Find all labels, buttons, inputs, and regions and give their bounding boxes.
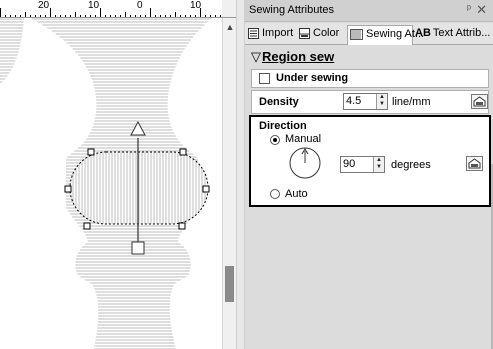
color-icon bbox=[299, 27, 310, 39]
ruler-ticks bbox=[0, 8, 221, 17]
tab-color[interactable]: Color bbox=[299, 25, 345, 44]
direction-label: Direction bbox=[259, 120, 307, 132]
tab-label: Color bbox=[313, 27, 340, 39]
vertical-scrollbar[interactable]: ▲ bbox=[222, 18, 236, 349]
direction-arrow-handle[interactable] bbox=[131, 241, 145, 255]
resize-handle[interactable] bbox=[83, 222, 91, 230]
density-row: Density 4.5 ▲ ▼ line/mm bbox=[251, 90, 489, 114]
angle-stepper[interactable]: 90 ▲ ▼ bbox=[340, 156, 385, 173]
default-icon bbox=[473, 96, 486, 107]
resize-handle[interactable] bbox=[64, 185, 72, 193]
horizontal-ruler: 20 10 0 10 bbox=[0, 0, 222, 18]
spin-arrows-icon[interactable]: ▲ ▼ bbox=[376, 94, 387, 109]
auto-radio[interactable] bbox=[270, 189, 280, 199]
density-value[interactable]: 4.5 bbox=[346, 95, 361, 107]
sewing-icon bbox=[350, 28, 363, 40]
under-sewing-row: Under sewing bbox=[251, 69, 489, 88]
default-value-button[interactable] bbox=[466, 156, 483, 171]
tab-import[interactable]: Import bbox=[248, 25, 297, 44]
ruler-label: 20 bbox=[38, 0, 50, 11]
under-sewing-label: Under sewing bbox=[276, 72, 349, 84]
close-icon[interactable]: ✕ bbox=[476, 2, 487, 18]
resize-handle[interactable] bbox=[179, 148, 187, 156]
scroll-thumb[interactable] bbox=[225, 266, 234, 302]
density-stepper[interactable]: 4.5 ▲ ▼ bbox=[343, 93, 388, 110]
stitch-shape-corner bbox=[0, 18, 24, 84]
resize-handle[interactable] bbox=[178, 222, 186, 230]
ruler-label: 10 bbox=[190, 0, 202, 11]
default-value-button[interactable] bbox=[471, 94, 488, 109]
ruler-label: 0 bbox=[137, 0, 143, 11]
region-sew-label: Region sew bbox=[262, 49, 335, 64]
region-sew-header[interactable]: ▽Region sew bbox=[251, 49, 334, 65]
pin-icon[interactable]: ᵖ bbox=[467, 3, 471, 15]
text-icon: AB bbox=[415, 27, 431, 39]
angle-dial-icon[interactable] bbox=[288, 146, 322, 180]
import-icon bbox=[248, 27, 259, 39]
design-canvas[interactable]: 20 10 0 10 bbox=[0, 0, 222, 349]
manual-radio[interactable] bbox=[270, 135, 280, 145]
ruler-label: 10 bbox=[88, 0, 100, 11]
density-unit: line/mm bbox=[392, 96, 431, 108]
collapse-triangle-icon[interactable]: ▽ bbox=[251, 49, 261, 64]
under-sewing-checkbox[interactable] bbox=[259, 73, 270, 84]
auto-label: Auto bbox=[285, 188, 308, 200]
manual-label: Manual bbox=[285, 133, 322, 145]
panel-title: Sewing Attributes bbox=[249, 4, 334, 16]
scroll-up-icon[interactable]: ▲ bbox=[225, 22, 235, 32]
direction-section: Direction Manual 90 ▲ ▼ degrees Auto bbox=[249, 115, 491, 207]
selected-region[interactable] bbox=[69, 151, 209, 225]
ruler-corner bbox=[222, 0, 236, 18]
tab-label: Text Attrib... bbox=[432, 27, 491, 39]
embroidery-design[interactable] bbox=[0, 18, 222, 349]
default-icon bbox=[468, 158, 481, 169]
spin-arrows-icon[interactable]: ▲ ▼ bbox=[373, 157, 384, 172]
sewing-attributes-panel: Sewing Attributes ᵖ ✕ Import Color Sewin… bbox=[245, 0, 493, 349]
panel-tabs: Import Color Sewing At... AB Text Attrib.… bbox=[245, 23, 493, 45]
panel-splitter[interactable] bbox=[236, 0, 245, 349]
angle-unit: degrees bbox=[391, 159, 431, 171]
resize-handle[interactable] bbox=[202, 185, 210, 193]
panel-title-bar: Sewing Attributes ᵖ ✕ bbox=[245, 0, 493, 22]
tab-text-attributes[interactable]: AB Text Attrib... bbox=[415, 25, 493, 44]
density-label: Density bbox=[259, 96, 299, 108]
tab-label: Import bbox=[262, 27, 294, 39]
resize-handle[interactable] bbox=[87, 148, 95, 156]
angle-value[interactable]: 90 bbox=[343, 158, 355, 170]
panel-content: ▽Region sew Under sewing Density 4.5 ▲ ▼ … bbox=[245, 45, 493, 349]
tab-sewing-attributes[interactable]: Sewing At... bbox=[347, 25, 424, 45]
